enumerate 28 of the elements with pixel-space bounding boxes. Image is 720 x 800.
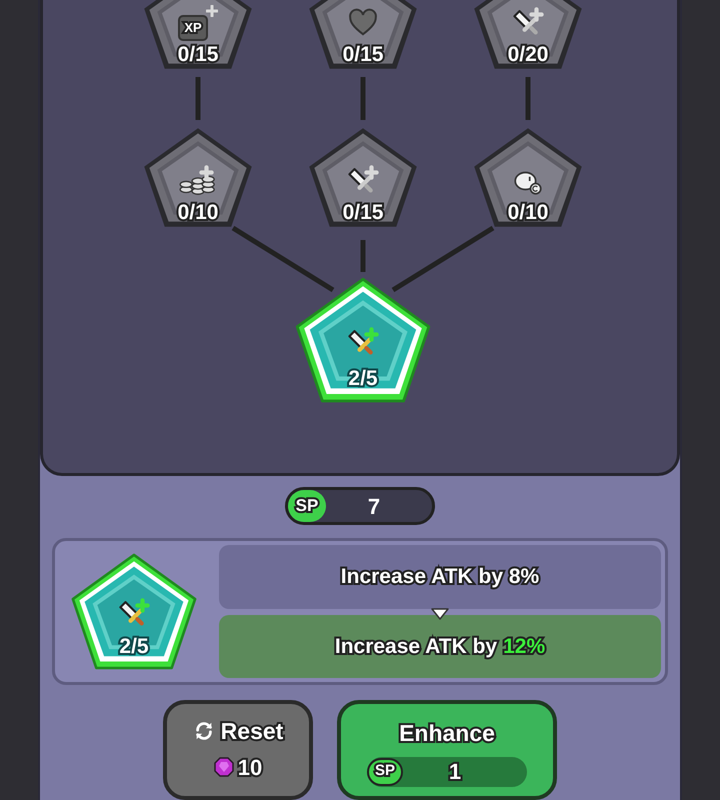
level-count: 0/10 — [506, 202, 550, 224]
skill-icon-large[interactable] — [69, 551, 199, 672]
connector-line — [196, 77, 200, 120]
gem-icon — [214, 757, 234, 777]
enhance-label: Enhance — [399, 719, 495, 748]
level-count: 0/10 — [176, 202, 220, 224]
connector-line — [360, 77, 366, 120]
level-count: 2/5 — [118, 636, 150, 658]
level-count: 0/15 — [342, 202, 384, 224]
reset-cost: 10 — [238, 754, 262, 782]
next-effect-value: 12% — [503, 634, 546, 660]
reset-button[interactable]: Reset 10 — [163, 700, 313, 800]
connector-line — [526, 77, 530, 120]
sp-value: 7 — [366, 492, 382, 520]
next-effect-text: Increase ATK by — [334, 634, 498, 660]
level-count: 0/15 — [176, 44, 220, 66]
current-effect: Increase ATK by 8% — [219, 545, 661, 609]
enhance-cost: 1 — [448, 758, 462, 786]
level-count: 0/15 — [342, 44, 384, 66]
sp-badge: SP — [288, 490, 326, 522]
level-count: 2/5 — [347, 368, 379, 390]
level-count: 0/20 — [506, 44, 550, 66]
sp-badge: SP — [367, 758, 403, 786]
reset-label: Reset — [220, 717, 284, 746]
arrow-down-icon — [430, 607, 450, 621]
enhance-button[interactable]: Enhance SP 1 — [337, 700, 557, 800]
coins-icon — [179, 164, 217, 198]
connector-line — [360, 240, 366, 272]
